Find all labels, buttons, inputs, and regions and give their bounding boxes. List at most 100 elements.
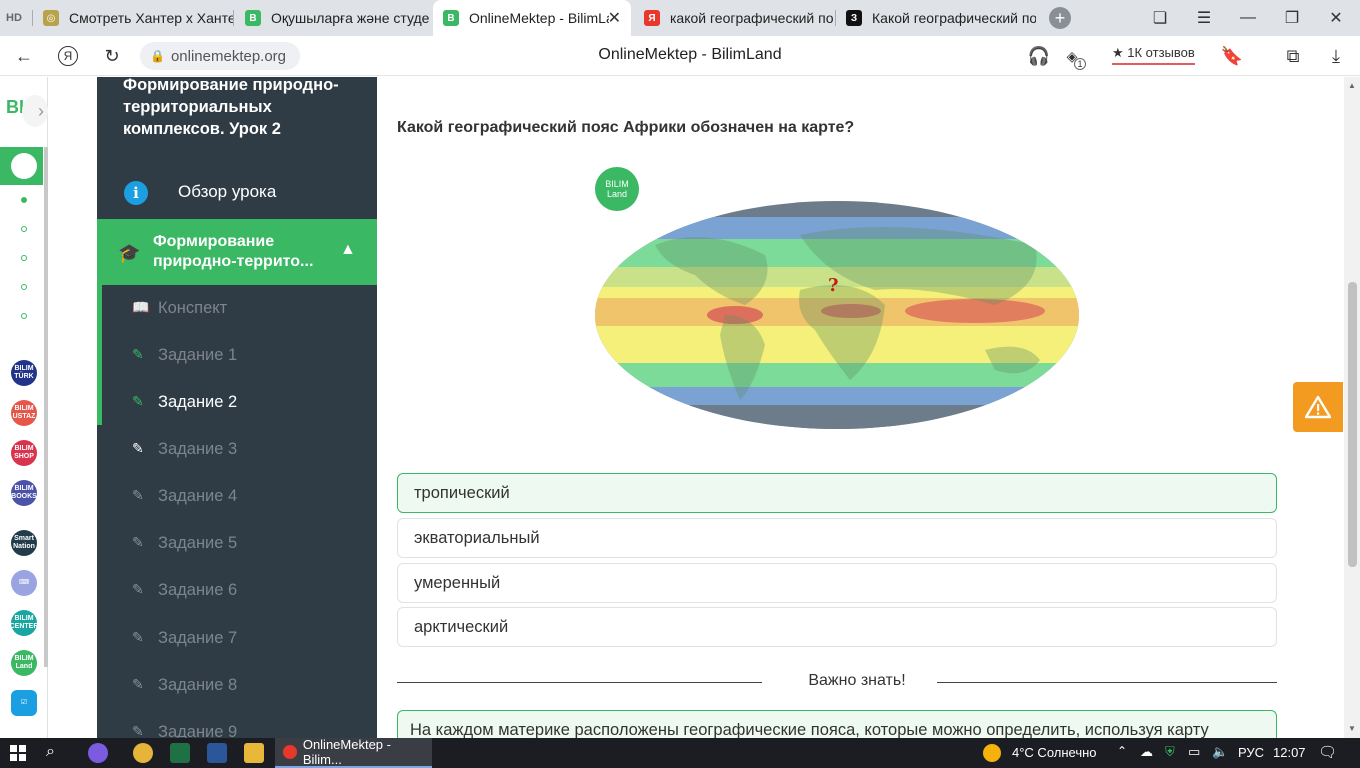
item-label: Задание 2 — [158, 393, 238, 411]
answer-option-temperate[interactable]: умеренный — [397, 563, 1277, 603]
chevron-up-icon[interactable]: ▲ — [340, 241, 356, 259]
sidebar-item-task-6[interactable]: ✎ Задание 6 — [102, 567, 377, 614]
yandex-button[interactable]: Я — [56, 44, 80, 68]
lesson-overview-item[interactable]: i Обзор урока — [97, 167, 377, 219]
rail-dot[interactable] — [21, 255, 27, 261]
sidebar-item-task-1[interactable]: ✎ Задание 1 — [102, 332, 377, 379]
clock[interactable]: 12:07 — [1273, 745, 1306, 760]
headphones-icon[interactable]: 🎧 — [1027, 44, 1051, 68]
browser-tab-bar: HD ◎ Смотреть Хантер х Хантер B Оқушылар… — [0, 0, 1360, 36]
shield-icon[interactable]: ⛨ — [1165, 744, 1175, 760]
rail-dot[interactable] — [21, 197, 27, 203]
cloud-icon[interactable]: ☁ — [1140, 744, 1153, 760]
minimize-button[interactable]: — — [1226, 0, 1270, 36]
bilim-center-icon[interactable]: BILIM CENTER — [10, 610, 38, 636]
rail-dot[interactable] — [21, 313, 27, 319]
bilimland-favicon-icon: B — [245, 10, 261, 26]
lesson-title: Формирование природно-территориальных ко… — [123, 77, 339, 138]
close-tab-icon[interactable]: ✕ — [608, 8, 621, 28]
answer-option-arctic[interactable]: арктический — [397, 607, 1277, 647]
edit-icon: ✎ — [132, 440, 144, 456]
rail-scrollbar[interactable] — [44, 147, 48, 667]
bookmark-icon[interactable]: 🔖 — [1220, 44, 1244, 68]
lock-icon: 🔒 — [150, 49, 165, 63]
chevron-up-icon[interactable]: ⌃ — [1117, 744, 1127, 758]
keyboard-icon[interactable]: ⌨ — [11, 570, 37, 596]
url-field[interactable]: 🔒 onlinemektep.org — [140, 42, 300, 70]
sidebar-item-task-4[interactable]: ✎ Задание 4 — [102, 473, 377, 520]
edit-icon: ✎ — [132, 534, 144, 550]
tab-2[interactable]: B Оқушыларға және студенттер — [235, 0, 430, 36]
yandex-browser-icon — [283, 745, 297, 759]
edit-icon: ✎ — [132, 346, 144, 362]
main-content: Какой географический пояс Африки обознач… — [377, 77, 1297, 738]
rail-active-item[interactable] — [0, 147, 43, 185]
assistant-icon[interactable] — [88, 743, 108, 763]
page-scrollbar[interactable]: ▲ ▼ — [1344, 77, 1360, 738]
volume-icon[interactable]: 🔈 — [1212, 744, 1228, 760]
sidebar-item-task-8[interactable]: ✎ Задание 8 — [102, 662, 377, 709]
rail-dot[interactable] — [21, 284, 27, 290]
windows-start-icon[interactable] — [10, 745, 26, 761]
bilim-ustaz-icon[interactable]: BILIM USTAZ — [11, 400, 37, 426]
site-rail: BL › BILIM TÜRK BILIM USTAZ BILIM SHOP B… — [0, 77, 48, 738]
notifications-icon[interactable]: 🗨 — [1318, 743, 1337, 761]
sidebar-item-task-2[interactable]: ✎ Задание 2 — [102, 379, 377, 426]
excel-icon[interactable] — [170, 743, 190, 763]
scroll-down-icon[interactable]: ▼ — [1348, 724, 1356, 733]
section-header[interactable]: 🎓 Формирование природно-террито... ▲ — [97, 219, 377, 285]
edit-icon: ✎ — [132, 676, 144, 692]
answer-option-tropical[interactable]: тропический — [397, 473, 1277, 513]
language-indicator[interactable]: РУС — [1238, 745, 1264, 760]
sidebar-item-konspekt[interactable]: 📖 Конспект — [102, 285, 377, 332]
reviews-link[interactable]: ★ 1К отзывов — [1112, 45, 1195, 65]
tab-5[interactable]: З Какой географический по — [836, 0, 1036, 36]
task-icon[interactable]: ☑ — [11, 690, 37, 716]
close-window-button[interactable]: ✕ — [1314, 0, 1358, 36]
tab-active[interactable]: B OnlineMektep - BilimLand ✕ — [433, 0, 631, 36]
collections-icon[interactable]: ❏ — [1138, 0, 1182, 36]
file-explorer-icon[interactable] — [244, 743, 264, 763]
yandex-favicon-icon: Я — [644, 10, 660, 26]
report-problem-button[interactable] — [1293, 382, 1343, 432]
answer-option-equatorial[interactable]: экваториальный — [397, 518, 1277, 558]
rail-dot[interactable] — [21, 226, 27, 232]
collections-button[interactable]: ⧉ — [1281, 44, 1305, 68]
sidebar-item-task-9[interactable]: ✎ Задание 9 — [102, 709, 377, 738]
download-icon[interactable]: ⤓ — [1324, 44, 1348, 68]
sidebar-item-task-7[interactable]: ✎ Задание 7 — [102, 615, 377, 662]
scroll-thumb[interactable] — [1348, 282, 1357, 567]
site-favicon-icon: ◎ — [43, 10, 59, 26]
tab-1[interactable]: ◎ Смотреть Хантер х Хантер — [33, 0, 233, 36]
reload-button[interactable]: ↻ — [100, 44, 124, 68]
back-button[interactable]: ← — [12, 44, 36, 68]
tab-label: какой географический по — [670, 10, 834, 26]
divider-line — [912, 682, 1277, 683]
restore-button[interactable]: ❐ — [1270, 0, 1314, 36]
bilim-shop-icon[interactable]: BILIM SHOP — [11, 440, 37, 466]
tab-4[interactable]: Я какой географический по — [634, 0, 834, 36]
bilimland-logo-text: BILIM Land — [605, 179, 629, 199]
bilim-books-icon[interactable]: BILIM BOOKS — [11, 480, 37, 506]
weather-text[interactable]: 4°C Солнечно — [1012, 745, 1097, 760]
bilim-turk-icon[interactable]: BILIM TÜRK — [11, 360, 37, 386]
tab-hd[interactable]: HD — [0, 0, 30, 36]
overview-label: Обзор урока — [178, 182, 277, 201]
bilimland-icon[interactable]: BILIM Land — [11, 650, 37, 676]
sidebar-item-task-3[interactable]: ✎ Задание 3 — [102, 426, 377, 473]
menu-icon[interactable]: ☰ — [1182, 0, 1226, 36]
new-tab-button[interactable]: + — [1038, 0, 1082, 36]
page-title: OnlineMektep - BilimLand — [598, 46, 782, 63]
protect-icon[interactable]: ◈ 1 — [1060, 44, 1086, 70]
book-icon: 📖 — [132, 299, 150, 315]
network-icon[interactable]: ▭ — [1188, 744, 1200, 760]
sidebar-item-task-5[interactable]: ✎ Задание 5 — [102, 520, 377, 567]
scroll-up-icon[interactable]: ▲ — [1348, 81, 1356, 90]
smart-nation-icon[interactable]: Smart Nation — [11, 530, 37, 556]
chrome-icon[interactable] — [133, 743, 153, 763]
expand-rail-icon[interactable]: › — [22, 95, 48, 127]
search-icon[interactable]: ⌕ — [46, 743, 55, 761]
lesson-sidebar: Формирование природно-территориальных ко… — [97, 77, 377, 738]
word-icon[interactable] — [207, 743, 227, 763]
taskbar-browser-window[interactable]: OnlineMektep - Bilim... — [275, 737, 432, 768]
